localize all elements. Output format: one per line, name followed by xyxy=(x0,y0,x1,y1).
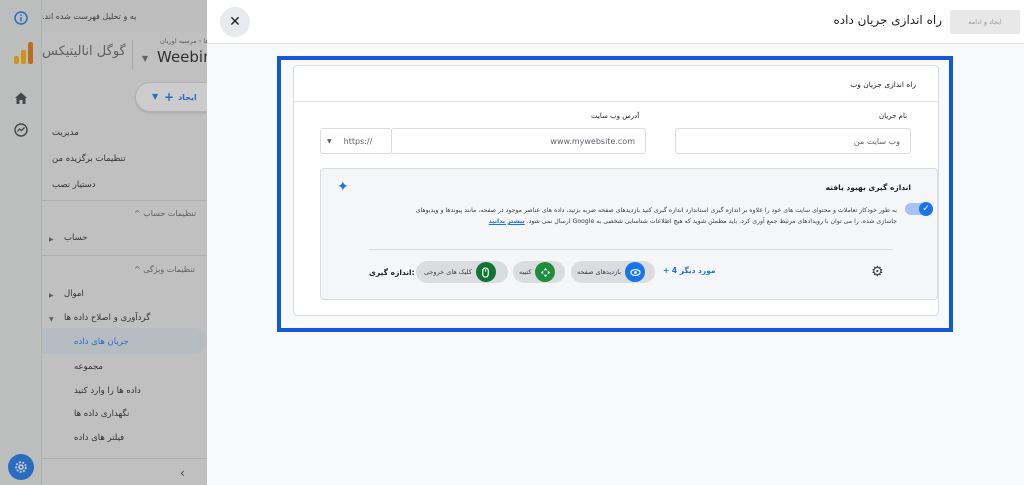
panel-header: ✕ راه اندازی جریان داده ایجاد و ادامه xyxy=(207,0,1024,44)
scroll-icon xyxy=(535,262,556,282)
screen: یه و تحلیل فهرست شده اند. گوگل انالیتیکس… xyxy=(0,0,1024,485)
create-continue-button[interactable]: ایجاد و ادامه xyxy=(950,10,1020,34)
stream-setup-panel: ✕ راه اندازی جریان داده ایجاد و ادامه را… xyxy=(207,0,1024,485)
stream-name-input[interactable]: وب سایت من xyxy=(675,128,911,154)
chip-page-views: بازدیدهای صفحه xyxy=(571,261,655,283)
chip-label: کلیک های خروجی xyxy=(424,268,472,276)
chip-outbound-clicks: کلیک های خروجی xyxy=(416,261,508,283)
close-button[interactable]: ✕ xyxy=(220,7,250,37)
enhanced-measurement-title: اندازه گیری بهبود یافته xyxy=(825,183,911,192)
protocol-value: https:// xyxy=(343,136,373,146)
background-app: یه و تحلیل فهرست شده اند. گوگل انالیتیکس… xyxy=(0,0,217,485)
close-icon: ✕ xyxy=(229,14,241,30)
more-items-link[interactable]: + 4 مورد دیگر xyxy=(663,266,716,275)
chip-scrolls: کتیبه xyxy=(513,261,565,283)
eye-icon xyxy=(625,262,646,282)
stream-name-label: نام جریان xyxy=(879,112,908,120)
card-title: راه اندازی جریان وب xyxy=(850,80,916,89)
chip-label: کتیبه xyxy=(519,268,532,276)
learn-more-link[interactable]: بیشتر بدانید xyxy=(489,218,525,225)
panel-title: راه اندازی جریان داده xyxy=(833,13,942,27)
gear-icon[interactable]: ⚙ xyxy=(871,264,884,280)
website-url-input[interactable]: www.mywebsite.com xyxy=(391,128,646,154)
chip-label: بازدیدهای صفحه xyxy=(577,268,622,276)
mouse-icon xyxy=(475,262,496,282)
website-url-label: آدرس وب سایت xyxy=(591,112,640,120)
enhanced-measurement-box: ✦ اندازه گیری بهبود یافته ✓ به طور خودکا… xyxy=(320,168,938,300)
protocol-select[interactable]: ▼ https:// xyxy=(320,128,392,154)
modal-dim-overlay[interactable] xyxy=(0,0,207,485)
sparkle-icon: ✦ xyxy=(337,179,349,195)
enhanced-measurement-description: به طور خودکار تعاملات و محتوای سایت های … xyxy=(407,205,897,227)
divider xyxy=(369,249,893,250)
check-icon[interactable]: ✓ xyxy=(919,202,933,216)
measuring-label: اندازه گیری: xyxy=(369,268,415,277)
chevron-down-icon: ▼ xyxy=(327,137,332,145)
card-header: راه اندازی جریان وب xyxy=(294,66,938,102)
